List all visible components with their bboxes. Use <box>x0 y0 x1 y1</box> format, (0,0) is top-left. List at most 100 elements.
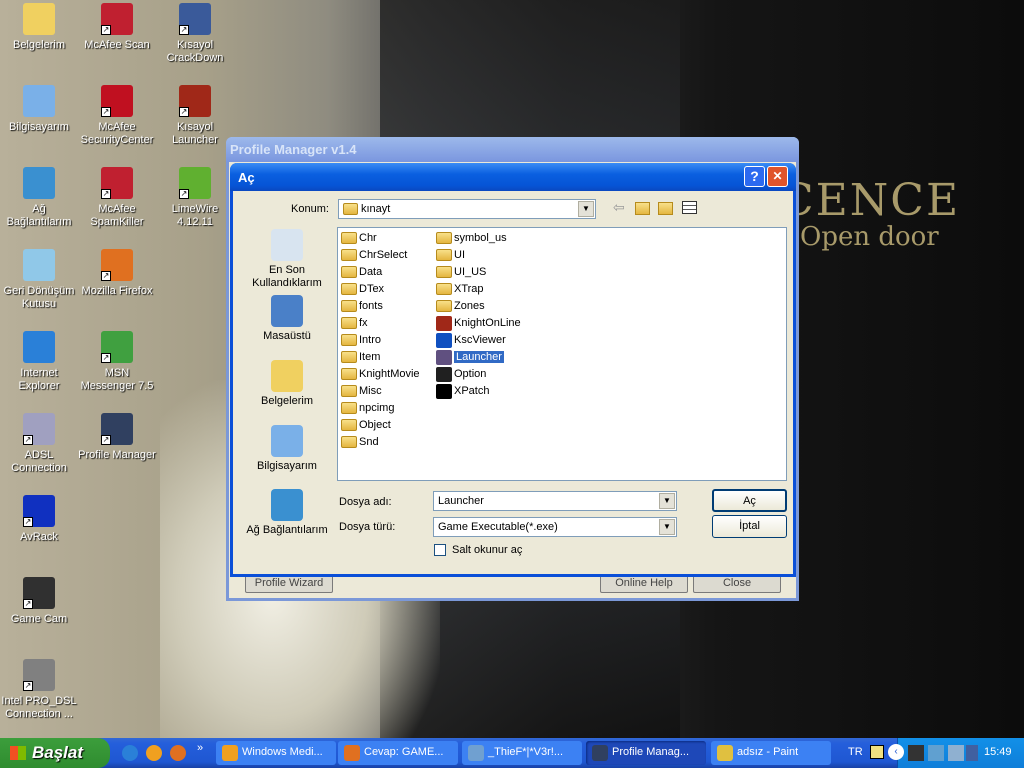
help-icon[interactable]: ? <box>744 166 765 187</box>
firefox-quicklaunch-icon[interactable] <box>170 745 186 761</box>
shortcut-arrow-icon: ↗ <box>179 189 189 199</box>
view-menu-icon[interactable] <box>682 201 697 214</box>
file-item[interactable]: npcimg <box>340 400 394 416</box>
desktop-icon[interactable]: ↗ McAfee SpamKiller <box>78 167 156 229</box>
desktop-icon[interactable]: ↗ Mozilla Firefox <box>78 249 156 298</box>
desktop-icon[interactable]: ↗ McAfee SecurityCenter <box>78 85 156 147</box>
desktop-icon[interactable]: Internet Explorer <box>0 331 78 393</box>
file-item[interactable]: symbol_us <box>435 230 507 246</box>
taskbar-button[interactable]: Windows Medi... <box>216 741 336 765</box>
open-button[interactable]: Aç <box>712 489 787 512</box>
place-desktop[interactable]: Masaüstü <box>241 295 333 343</box>
file-item[interactable]: Intro <box>340 332 381 348</box>
up-folder-icon[interactable] <box>635 202 650 215</box>
device-tray-icon[interactable] <box>966 745 978 761</box>
file-item[interactable]: Item <box>340 349 380 365</box>
desktop-icon[interactable]: ↗ Kısayol Launcher <box>156 85 234 147</box>
desktop-icon-label: McAfee SecurityCenter <box>80 121 154 146</box>
place-recent[interactable]: En Son Kullandıklarım <box>241 229 333 290</box>
file-name: ChrSelect <box>359 249 408 261</box>
desktop-icon[interactable]: ↗ AvRack <box>0 495 78 544</box>
folder-icon <box>341 436 357 448</box>
desktop-icon[interactable]: ↗ Profile Manager <box>78 413 156 462</box>
file-item[interactable]: XPatch <box>435 383 489 399</box>
desktop-icon-label: LimeWire 4.12.11 <box>171 203 219 228</box>
filename-input[interactable]: Launcher ▼ <box>433 491 677 511</box>
back-icon[interactable]: ⇦ <box>613 199 625 216</box>
task-icon <box>468 745 484 761</box>
shortcut-arrow-icon: ↗ <box>23 681 33 691</box>
file-list[interactable]: Chr ChrSelect Data DTex fonts fx Intro Item Knig… <box>337 227 787 481</box>
place-my-documents[interactable]: Belgelerim <box>241 360 333 408</box>
game-cam-tray-icon[interactable] <box>908 745 924 761</box>
file-item[interactable]: UI <box>435 247 465 263</box>
taskbar-button[interactable]: Profile Manag... <box>586 741 706 765</box>
taskbar: Başlat » Windows Medi... Cevap: GAME... _T… <box>0 738 1024 768</box>
file-item[interactable]: KnightMovie <box>340 366 420 382</box>
taskbar-button[interactable]: Cevap: GAME... <box>338 741 458 765</box>
file-name: KnightMovie <box>359 368 420 380</box>
network-icon <box>23 167 55 199</box>
quicklaunch-more-icon[interactable]: » <box>197 742 203 754</box>
network-tray-icon[interactable] <box>948 745 964 761</box>
desktop-icon[interactable]: ↗ LimeWire 4.12.11 <box>156 167 234 229</box>
file-item[interactable]: ChrSelect <box>340 247 407 263</box>
file-item[interactable]: fx <box>340 315 368 331</box>
msn-tray-icon[interactable] <box>928 745 944 761</box>
filetype-select[interactable]: Game Executable(*.exe) ▼ <box>433 517 677 537</box>
ie-quicklaunch-icon[interactable] <box>122 745 138 761</box>
media-player-quicklaunch-icon[interactable] <box>146 745 162 761</box>
readonly-checkbox[interactable] <box>434 544 446 556</box>
help-tray-icon[interactable] <box>870 745 884 759</box>
desktop-icon[interactable]: ↗ ADSL Connection <box>0 413 78 475</box>
file-item[interactable]: XTrap <box>435 281 484 297</box>
desktop-icon[interactable]: ↗ McAfee Scan <box>78 3 156 52</box>
file-item[interactable]: KnightOnLine <box>435 315 521 331</box>
desktop-icon[interactable]: Bilgisayarım <box>0 85 78 134</box>
chevron-down-icon[interactable]: ▼ <box>578 201 594 217</box>
file-item-selected[interactable]: Launcher <box>435 349 504 365</box>
file-item[interactable]: Option <box>435 366 486 382</box>
file-item[interactable]: Chr <box>340 230 377 246</box>
desktop-icon-label: Belgelerim <box>13 39 65 51</box>
file-name: Snd <box>359 436 379 448</box>
file-item[interactable]: UI_US <box>435 264 486 280</box>
place-network[interactable]: Ağ Bağlantılarım <box>241 489 333 537</box>
desktop-icon[interactable]: Belgelerim <box>0 3 78 52</box>
cancel-button[interactable]: İptal <box>712 515 787 538</box>
folder-icon <box>341 351 357 363</box>
taskbar-button[interactable]: _ThieF*|*V3r!... <box>462 741 582 765</box>
file-item[interactable]: Zones <box>435 298 485 314</box>
file-item[interactable]: fonts <box>340 298 383 314</box>
start-button[interactable]: Başlat <box>0 738 110 768</box>
place-my-computer[interactable]: Bilgisayarım <box>241 425 333 473</box>
taskbar-button[interactable]: adsız - Paint <box>711 741 831 765</box>
exe-icon <box>436 384 452 399</box>
chevron-left-icon[interactable]: ‹ <box>888 744 904 760</box>
close-icon[interactable]: ✕ <box>767 166 788 187</box>
folder-icon <box>341 266 357 278</box>
file-item[interactable]: KscViewer <box>435 332 506 348</box>
language-indicator[interactable]: TR <box>848 746 863 758</box>
file-item[interactable]: DTex <box>340 281 384 297</box>
chevron-down-icon[interactable]: ▼ <box>659 519 675 535</box>
file-name: fx <box>359 317 368 329</box>
file-name: KscViewer <box>454 334 506 346</box>
my-documents-icon <box>271 360 303 392</box>
file-item[interactable]: Data <box>340 264 382 280</box>
desktop-icon[interactable]: Geri Dönüşüm Kutusu <box>0 249 78 311</box>
file-item[interactable]: Snd <box>340 434 379 450</box>
launcher-icon: ↗ <box>179 85 211 117</box>
file-item[interactable]: Misc <box>340 383 382 399</box>
desktop-icon[interactable]: ↗ Intel PRO_DSL Connection ... <box>0 659 78 721</box>
chevron-down-icon[interactable]: ▼ <box>659 493 675 509</box>
folder-icon <box>341 300 357 312</box>
desktop-icon[interactable]: ↗ Game Cam <box>0 577 78 626</box>
new-folder-icon[interactable] <box>658 202 673 215</box>
file-item[interactable]: Object <box>340 417 391 433</box>
desktop-icon[interactable]: ↗ MSN Messenger 7.5 <box>78 331 156 393</box>
desktop-icon[interactable]: Ağ Bağlantılarım <box>0 167 78 229</box>
location-combo[interactable]: kınayt ▼ <box>338 199 596 219</box>
desktop-icon[interactable]: ↗ Kısayol CrackDown <box>156 3 234 65</box>
task-label: Windows Medi... <box>242 746 323 758</box>
